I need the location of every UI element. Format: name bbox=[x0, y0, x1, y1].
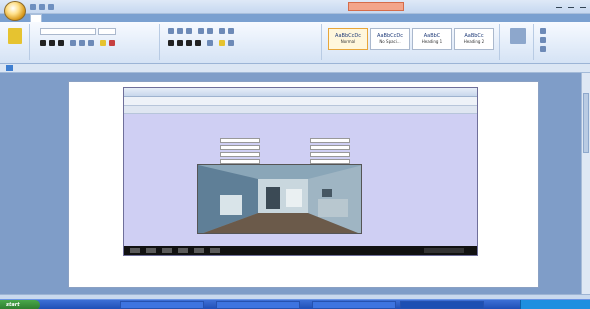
room-photo-image bbox=[198, 165, 361, 233]
multilevel-list-icon[interactable] bbox=[186, 28, 192, 34]
ruler bbox=[0, 64, 590, 73]
subscript-icon[interactable] bbox=[79, 40, 85, 46]
justify-icon[interactable] bbox=[195, 40, 201, 46]
scrollbar-thumb[interactable] bbox=[583, 93, 589, 153]
select-icon[interactable] bbox=[540, 46, 546, 52]
paste-icon[interactable] bbox=[8, 28, 22, 44]
align-left-icon[interactable] bbox=[168, 40, 174, 46]
superscript-icon[interactable] bbox=[88, 40, 94, 46]
taskbar-item[interactable] bbox=[120, 301, 204, 309]
increase-indent-icon[interactable] bbox=[207, 28, 213, 34]
replace-icon[interactable] bbox=[540, 37, 546, 43]
style-heading-2[interactable]: AaBbCc Heading 2 bbox=[454, 28, 494, 50]
minimize-icon[interactable] bbox=[556, 3, 562, 8]
style-heading-1[interactable]: AaBbC Heading 1 bbox=[412, 28, 452, 50]
embedded-room-photo bbox=[197, 164, 362, 234]
editing-group bbox=[536, 24, 586, 60]
office-button[interactable] bbox=[4, 1, 26, 21]
font-group bbox=[32, 24, 160, 60]
embedded-form-row bbox=[274, 144, 350, 150]
highlight-icon[interactable] bbox=[100, 40, 106, 46]
tab-references[interactable] bbox=[77, 14, 87, 22]
strikethrough-icon[interactable] bbox=[70, 40, 76, 46]
style-no-spacing[interactable]: AaBbCcDc No Spaci... bbox=[370, 28, 410, 50]
sort-icon[interactable] bbox=[219, 28, 225, 34]
tab-selector-icon[interactable] bbox=[6, 65, 13, 71]
tab-view[interactable] bbox=[122, 14, 132, 22]
bullets-icon[interactable] bbox=[168, 28, 174, 34]
embedded-browser-titlebar bbox=[124, 88, 477, 97]
embedded-form-row bbox=[184, 144, 260, 150]
italic-icon[interactable] bbox=[49, 40, 55, 46]
borders-icon[interactable] bbox=[228, 40, 234, 46]
embedded-screenshot[interactable] bbox=[123, 87, 478, 256]
embedded-form-row bbox=[274, 137, 350, 143]
ribbon-tabs bbox=[30, 14, 147, 22]
font-name-select[interactable] bbox=[40, 28, 96, 35]
tab-review[interactable] bbox=[107, 14, 117, 22]
embedded-form-row bbox=[184, 130, 216, 136]
save-icon[interactable] bbox=[30, 4, 36, 10]
ribbon: AaBbCcDc Normal AaBbCcDc No Spaci... AaB… bbox=[0, 22, 590, 64]
contextual-tab-header bbox=[348, 2, 404, 11]
align-center-icon[interactable] bbox=[177, 40, 183, 46]
embedded-browser-toolbar bbox=[124, 106, 477, 114]
title-bar bbox=[0, 0, 590, 14]
change-styles-group bbox=[502, 24, 534, 60]
clipboard-group bbox=[2, 24, 30, 60]
shading-icon[interactable] bbox=[219, 40, 225, 46]
tab-home[interactable] bbox=[30, 14, 42, 22]
line-spacing-icon[interactable] bbox=[207, 40, 213, 46]
window-title bbox=[190, 3, 350, 9]
numbering-icon[interactable] bbox=[177, 28, 183, 34]
bold-icon[interactable] bbox=[40, 40, 46, 46]
show-marks-icon[interactable] bbox=[228, 28, 234, 34]
taskbar-item-active[interactable] bbox=[400, 301, 484, 309]
window-controls bbox=[556, 3, 586, 8]
tab-mailings[interactable] bbox=[92, 14, 102, 22]
maximize-icon[interactable] bbox=[568, 3, 574, 8]
font-color-icon[interactable] bbox=[109, 40, 115, 46]
underline-icon[interactable] bbox=[58, 40, 64, 46]
embedded-taskbar bbox=[124, 246, 477, 255]
embedded-form-row bbox=[274, 151, 350, 157]
taskbar-item[interactable] bbox=[312, 301, 396, 309]
change-styles-icon[interactable] bbox=[510, 28, 526, 44]
close-icon[interactable] bbox=[580, 3, 586, 8]
tab-page-layout[interactable] bbox=[62, 14, 72, 22]
embedded-form-row bbox=[184, 151, 260, 157]
undo-icon[interactable] bbox=[39, 4, 45, 10]
paragraph-group bbox=[162, 24, 322, 60]
embedded-browser-addressbar bbox=[124, 97, 477, 106]
style-normal[interactable]: AaBbCcDc Normal bbox=[328, 28, 368, 50]
vertical-scrollbar[interactable] bbox=[581, 73, 590, 294]
font-size-select[interactable] bbox=[98, 28, 116, 35]
tab-format[interactable] bbox=[137, 14, 147, 22]
embedded-form-row bbox=[184, 137, 260, 143]
redo-icon[interactable] bbox=[48, 4, 54, 10]
find-icon[interactable] bbox=[540, 28, 546, 34]
styles-group: AaBbCcDc Normal AaBbCcDc No Spaci... AaB… bbox=[324, 24, 500, 60]
taskbar-item[interactable] bbox=[216, 301, 300, 309]
quick-access-toolbar bbox=[30, 4, 54, 10]
decrease-indent-icon[interactable] bbox=[198, 28, 204, 34]
tab-insert[interactable] bbox=[47, 14, 57, 22]
start-button[interactable]: start bbox=[0, 300, 40, 309]
system-tray bbox=[520, 300, 590, 309]
align-right-icon[interactable] bbox=[186, 40, 192, 46]
windows-taskbar: start bbox=[0, 299, 590, 309]
